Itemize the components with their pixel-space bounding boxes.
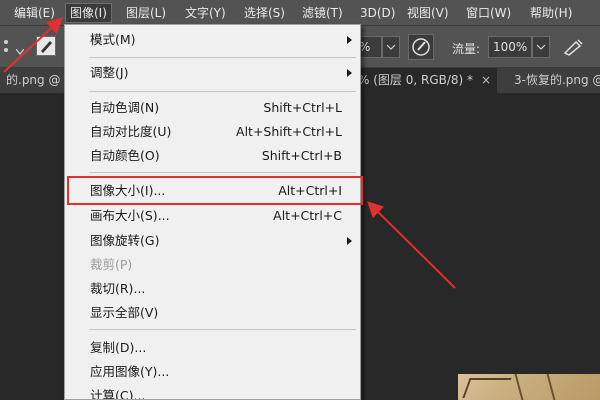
submenu-arrow-icon (347, 237, 352, 245)
menu-item-label: 裁剪(P) (90, 257, 133, 272)
menu-separator (89, 91, 356, 92)
menu-item-label: 显示全部(V) (90, 305, 159, 320)
menu-item-image-rotation[interactable]: 图像旋转(G) (65, 230, 360, 252)
menu-item-label: 计算(C)... (90, 388, 146, 400)
menu-separator (89, 172, 356, 173)
menu-item-calculations[interactable]: 计算(C)... (65, 385, 360, 400)
menu-item-auto-tone[interactable]: 自动色调(N) Shift+Ctrl+L (65, 97, 360, 119)
menu-item-label: 裁切(R)... (90, 281, 146, 296)
menu-item-auto-contrast[interactable]: 自动对比度(U) Alt+Shift+Ctrl+L (65, 121, 360, 143)
menu-item-label: 调整(J) (90, 65, 129, 80)
menu-item-label: 应用图像(Y)... (90, 364, 170, 379)
menu-item-label: 画布大小(S)... (90, 208, 170, 223)
menu-item-label: 图像旋转(G) (90, 233, 160, 248)
menu-item-adjust[interactable]: 调整(J) (65, 62, 360, 84)
annotation-highlight-box (67, 176, 363, 205)
menu-separator (89, 57, 356, 58)
menu-item-crop: 裁剪(P) (65, 254, 360, 276)
menu-item-label: 自动对比度(U) (90, 124, 172, 139)
menu-item-label: 模式(M) (90, 32, 136, 47)
menu-item-shortcut: Alt+Ctrl+C (273, 208, 342, 223)
menu-item-label: 自动色调(N) (90, 100, 160, 115)
menu-item-shortcut: Alt+Shift+Ctrl+L (236, 124, 342, 139)
menu-item-duplicate[interactable]: 复制(D)... (65, 337, 360, 359)
menu-item-auto-color[interactable]: 自动颜色(O) Shift+Ctrl+B (65, 145, 360, 167)
menu-item-label: 自动颜色(O) (90, 148, 160, 163)
submenu-arrow-icon (347, 69, 352, 77)
menu-item-label: 复制(D)... (90, 340, 147, 355)
submenu-arrow-icon (347, 36, 352, 44)
menu-item-shortcut: Shift+Ctrl+B (261, 148, 342, 163)
menu-item-mode[interactable]: 模式(M) (65, 29, 360, 51)
image-menu-dropdown: 模式(M) 调整(J) 自动色调(N) Shift+Ctrl+L 自动对比度(U… (64, 24, 361, 400)
menu-item-apply-image[interactable]: 应用图像(Y)... (65, 361, 360, 383)
menu-item-trim[interactable]: 裁切(R)... (65, 278, 360, 300)
menu-item-canvas-size[interactable]: 画布大小(S)... Alt+Ctrl+C (65, 205, 360, 227)
menu-item-shortcut: Shift+Ctrl+L (263, 100, 342, 115)
menu-item-reveal-all[interactable]: 显示全部(V) (65, 302, 360, 324)
menu-separator (89, 329, 356, 330)
